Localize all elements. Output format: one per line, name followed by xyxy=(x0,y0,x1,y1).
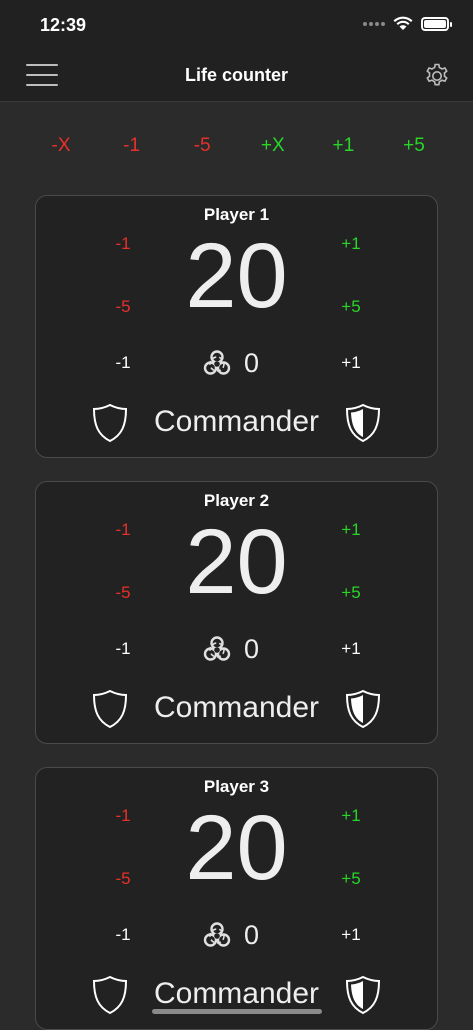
life-plus-5-button[interactable]: +5 xyxy=(331,583,371,603)
life-total: 20 xyxy=(185,225,288,327)
poison-minus-button[interactable]: -1 xyxy=(103,353,143,373)
life-minus-5-button[interactable]: -5 xyxy=(103,583,143,603)
quick-minus-5-button[interactable]: -5 xyxy=(171,135,233,163)
poison-row: -1 0 +1 xyxy=(36,632,437,668)
shield-filled-icon[interactable] xyxy=(345,689,381,729)
shield-filled-icon[interactable] xyxy=(345,403,381,443)
shield-filled-icon[interactable] xyxy=(345,975,381,1015)
home-indicator xyxy=(152,1009,322,1014)
poison-counter: 0 xyxy=(244,920,260,950)
poison-plus-button[interactable]: +1 xyxy=(331,925,371,945)
life-minus-1-button[interactable]: -1 xyxy=(103,520,143,540)
poison-minus-button[interactable]: -1 xyxy=(103,925,143,945)
life-plus-1-button[interactable]: +1 xyxy=(331,806,371,826)
status-icons xyxy=(363,16,452,31)
poison-row: -1 0 +1 xyxy=(36,918,437,954)
status-bar: 12:39 xyxy=(0,0,473,50)
cellular-signal-icon xyxy=(363,21,385,26)
life-total: 20 xyxy=(185,797,288,899)
commander-row: Commander xyxy=(36,401,437,445)
biohazard-icon xyxy=(203,922,231,947)
life-plus-5-button[interactable]: +5 xyxy=(331,869,371,889)
battery-icon xyxy=(421,16,452,31)
poison-counter: 0 xyxy=(244,348,260,378)
biohazard-icon xyxy=(203,350,231,375)
quick-plus-5-button[interactable]: +5 xyxy=(383,135,445,163)
quick-plus-1-button[interactable]: +1 xyxy=(312,135,374,163)
quick-adjust-bar: -X -1 -5 +X +1 +5 xyxy=(30,135,445,163)
wifi-icon xyxy=(393,16,413,30)
poison-plus-button[interactable]: +1 xyxy=(331,639,371,659)
player-card: Player 2 20 -1 -5 +1 +5 -1 0 +1 Commande… xyxy=(35,481,438,744)
quick-minus-x-button[interactable]: -X xyxy=(30,135,92,163)
life-minus-5-button[interactable]: -5 xyxy=(103,297,143,317)
player-name: Player 2 xyxy=(203,491,270,510)
quick-plus-x-button[interactable]: +X xyxy=(242,135,304,163)
status-time: 12:39 xyxy=(40,15,87,35)
life-minus-1-button[interactable]: -1 xyxy=(103,806,143,826)
poison-minus-button[interactable]: -1 xyxy=(103,639,143,659)
life-minus-5-button[interactable]: -5 xyxy=(103,869,143,889)
poison-row: -1 0 +1 xyxy=(36,346,437,382)
player-card: Player 3 20 -1 -5 +1 +5 -1 0 +1 Commande… xyxy=(35,767,438,1030)
life-total: 20 xyxy=(185,511,288,613)
life-minus-1-button[interactable]: -1 xyxy=(103,234,143,254)
biohazard-icon xyxy=(203,636,231,661)
player-name: Player 1 xyxy=(203,205,270,224)
page-title: Life counter xyxy=(184,65,288,85)
commander-row: Commander xyxy=(36,687,437,731)
nav-bar: Life counter xyxy=(0,50,473,102)
player-card: Player 1 20 -1 -5 +1 +5 -1 0 +1 Commande… xyxy=(35,195,438,458)
gear-icon[interactable] xyxy=(423,62,451,90)
life-plus-1-button[interactable]: +1 xyxy=(331,520,371,540)
poison-counter: 0 xyxy=(244,634,260,664)
poison-plus-button[interactable]: +1 xyxy=(331,353,371,373)
life-plus-1-button[interactable]: +1 xyxy=(331,234,371,254)
life-plus-5-button[interactable]: +5 xyxy=(331,297,371,317)
player-name: Player 3 xyxy=(203,777,270,796)
quick-minus-1-button[interactable]: -1 xyxy=(101,135,163,163)
